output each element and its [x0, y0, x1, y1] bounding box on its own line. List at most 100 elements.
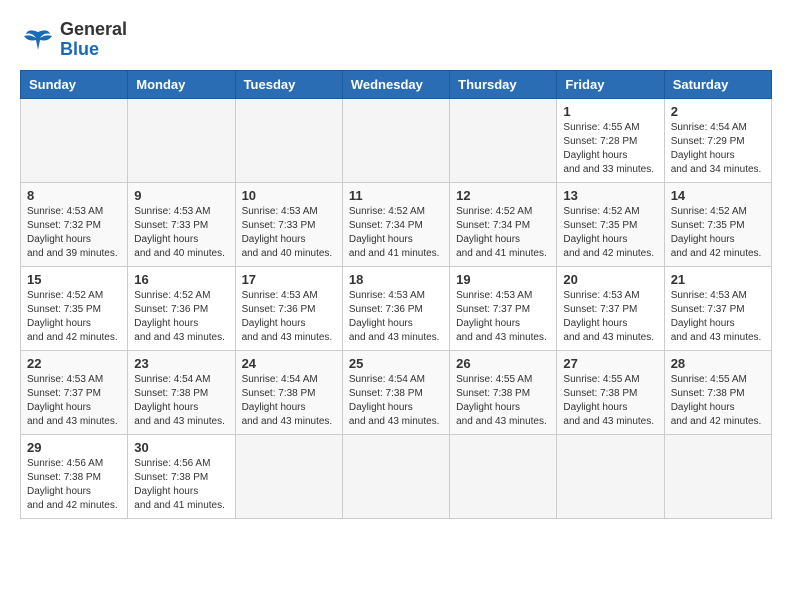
cell-info: Sunrise: 4:53 AMSunset: 7:36 PMDaylight …	[242, 289, 336, 345]
calendar-cell: 26Sunrise: 4:55 AMSunset: 7:38 PMDayligh…	[450, 350, 557, 434]
day-number: 19	[456, 272, 550, 287]
calendar-cell: 23 Sunrise: 4:54 AMSunset: 7:38 PMDayligh…	[128, 350, 235, 434]
day-number: 13	[563, 188, 657, 203]
logo-blue-text: Blue	[60, 40, 127, 60]
calendar-cell: 18 Sunrise: 4:53 AMSunset: 7:36 PMDayligh…	[342, 266, 449, 350]
cell-info: Sunrise: 4:56 AMSunset: 7:38 PMDaylight …	[27, 457, 121, 513]
calendar-cell	[664, 434, 771, 518]
cell-info: Sunrise: 4:54 AMSunset: 7:38 PMDaylight …	[134, 373, 228, 429]
calendar-cell: 11 Sunrise: 4:52 AMSunset: 7:34 PMDayligh…	[342, 182, 449, 266]
calendar-cell: 29 Sunrise: 4:56 AMSunset: 7:38 PMDayligh…	[21, 434, 128, 518]
cell-info: Sunrise: 4:53 AMSunset: 7:37 PMDaylight …	[563, 289, 657, 345]
calendar-cell	[342, 98, 449, 182]
logo-general-text: General	[60, 20, 127, 40]
calendar-cell: 30 Sunrise: 4:56 AMSunset: 7:38 PMDayligh…	[128, 434, 235, 518]
calendar-cell: 22 Sunrise: 4:53 AMSunset: 7:37 PMDayligh…	[21, 350, 128, 434]
cell-info: Sunrise: 4:54 AMSunset: 7:29 PMDaylight …	[671, 121, 765, 177]
cell-info: Sunrise: 4:55 AMSunset: 7:38 PMDaylight …	[456, 373, 550, 429]
day-number: 10	[242, 188, 336, 203]
cell-info: Sunrise: 4:56 AMSunset: 7:38 PMDaylight …	[134, 457, 228, 513]
day-number: 18	[349, 272, 443, 287]
day-number: 27	[563, 356, 657, 371]
day-number: 24	[242, 356, 336, 371]
calendar-cell	[235, 98, 342, 182]
day-number: 28	[671, 356, 765, 371]
weekday-header: Saturday	[664, 70, 771, 98]
calendar-table: SundayMondayTuesdayWednesdayThursdayFrid…	[20, 70, 772, 519]
calendar-cell: 16 Sunrise: 4:52 AMSunset: 7:36 PMDayligh…	[128, 266, 235, 350]
calendar-cell: 1 Sunrise: 4:55 AMSunset: 7:28 PMDaylight…	[557, 98, 664, 182]
weekday-header: Friday	[557, 70, 664, 98]
calendar-cell	[450, 434, 557, 518]
cell-info: Sunrise: 4:53 AMSunset: 7:37 PMDaylight …	[456, 289, 550, 345]
cell-info: Sunrise: 4:55 AMSunset: 7:38 PMDaylight …	[563, 373, 657, 429]
cell-info: Sunrise: 4:52 AMSunset: 7:34 PMDaylight …	[456, 205, 550, 261]
calendar-cell: 25 Sunrise: 4:54 AMSunset: 7:38 PMDayligh…	[342, 350, 449, 434]
calendar-cell: 19 Sunrise: 4:53 AMSunset: 7:37 PMDayligh…	[450, 266, 557, 350]
day-number: 12	[456, 188, 550, 203]
cell-info: Sunrise: 4:52 AMSunset: 7:34 PMDaylight …	[349, 205, 443, 261]
logo-bird-icon	[20, 22, 56, 58]
day-number: 17	[242, 272, 336, 287]
cell-info: Sunrise: 4:54 AMSunset: 7:38 PMDaylight …	[349, 373, 443, 429]
day-number: 1	[563, 104, 657, 119]
cell-info: Sunrise: 4:53 AMSunset: 7:33 PMDaylight …	[134, 205, 228, 261]
calendar-cell: 14 Sunrise: 4:52 AMSunset: 7:35 PMDayligh…	[664, 182, 771, 266]
day-number: 16	[134, 272, 228, 287]
calendar-cell: 20 Sunrise: 4:53 AMSunset: 7:37 PMDayligh…	[557, 266, 664, 350]
calendar-cell: 13 Sunrise: 4:52 AMSunset: 7:35 PMDayligh…	[557, 182, 664, 266]
weekday-header: Tuesday	[235, 70, 342, 98]
cell-info: Sunrise: 4:52 AMSunset: 7:35 PMDaylight …	[27, 289, 121, 345]
day-number: 21	[671, 272, 765, 287]
cell-info: Sunrise: 4:52 AMSunset: 7:36 PMDaylight …	[134, 289, 228, 345]
cell-info: Sunrise: 4:55 AMSunset: 7:28 PMDaylight …	[563, 121, 657, 177]
cell-info: Sunrise: 4:52 AMSunset: 7:35 PMDaylight …	[563, 205, 657, 261]
calendar-cell: 27 Sunrise: 4:55 AMSunset: 7:38 PMDayligh…	[557, 350, 664, 434]
cell-info: Sunrise: 4:52 AMSunset: 7:35 PMDaylight …	[671, 205, 765, 261]
calendar-week-row: 29 Sunrise: 4:56 AMSunset: 7:38 PMDayligh…	[21, 434, 772, 518]
day-number: 22	[27, 356, 121, 371]
day-number: 2	[671, 104, 765, 119]
page-header: General Blue	[20, 20, 772, 60]
cell-info: Sunrise: 4:53 AMSunset: 7:33 PMDaylight …	[242, 205, 336, 261]
day-number: 30	[134, 440, 228, 455]
calendar-cell	[342, 434, 449, 518]
calendar-week-row: 22 Sunrise: 4:53 AMSunset: 7:37 PMDayligh…	[21, 350, 772, 434]
day-number: 9	[134, 188, 228, 203]
calendar-cell	[128, 98, 235, 182]
weekday-header: Wednesday	[342, 70, 449, 98]
day-number: 20	[563, 272, 657, 287]
calendar-cell	[450, 98, 557, 182]
calendar-week-row: 15Sunrise: 4:52 AMSunset: 7:35 PMDayligh…	[21, 266, 772, 350]
day-number: 8	[27, 188, 121, 203]
calendar-header-row: SundayMondayTuesdayWednesdayThursdayFrid…	[21, 70, 772, 98]
calendar-cell	[21, 98, 128, 182]
day-number: 29	[27, 440, 121, 455]
cell-info: Sunrise: 4:53 AMSunset: 7:32 PMDaylight …	[27, 205, 121, 261]
calendar-cell: 8 Sunrise: 4:53 AMSunset: 7:32 PMDaylight…	[21, 182, 128, 266]
cell-info: Sunrise: 4:53 AMSunset: 7:37 PMDaylight …	[671, 289, 765, 345]
cell-info: Sunrise: 4:53 AMSunset: 7:37 PMDaylight …	[27, 373, 121, 429]
logo: General Blue	[20, 20, 127, 60]
logo-text: General Blue	[60, 20, 127, 60]
day-number: 14	[671, 188, 765, 203]
calendar-cell: 9 Sunrise: 4:53 AMSunset: 7:33 PMDaylight…	[128, 182, 235, 266]
day-number: 11	[349, 188, 443, 203]
calendar-cell: 24 Sunrise: 4:54 AMSunset: 7:38 PMDayligh…	[235, 350, 342, 434]
calendar-cell: 15Sunrise: 4:52 AMSunset: 7:35 PMDayligh…	[21, 266, 128, 350]
weekday-header: Sunday	[21, 70, 128, 98]
calendar-cell: 2 Sunrise: 4:54 AMSunset: 7:29 PMDaylight…	[664, 98, 771, 182]
calendar-cell: 17 Sunrise: 4:53 AMSunset: 7:36 PMDayligh…	[235, 266, 342, 350]
calendar-cell	[235, 434, 342, 518]
day-number: 23	[134, 356, 228, 371]
cell-info: Sunrise: 4:54 AMSunset: 7:38 PMDaylight …	[242, 373, 336, 429]
cell-info: Sunrise: 4:53 AMSunset: 7:36 PMDaylight …	[349, 289, 443, 345]
calendar-cell	[557, 434, 664, 518]
calendar-cell: 12 Sunrise: 4:52 AMSunset: 7:34 PMDayligh…	[450, 182, 557, 266]
calendar-week-row: 8 Sunrise: 4:53 AMSunset: 7:32 PMDaylight…	[21, 182, 772, 266]
calendar-cell: 28 Sunrise: 4:55 AMSunset: 7:38 PMDayligh…	[664, 350, 771, 434]
weekday-header: Thursday	[450, 70, 557, 98]
cell-info: Sunrise: 4:55 AMSunset: 7:38 PMDaylight …	[671, 373, 765, 429]
weekday-header: Monday	[128, 70, 235, 98]
day-number: 25	[349, 356, 443, 371]
